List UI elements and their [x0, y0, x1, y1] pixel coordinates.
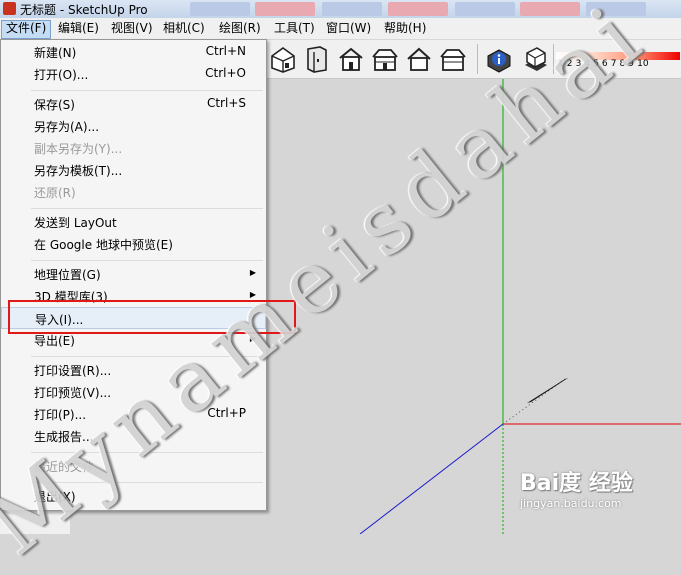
menu-item-label: 保存(S): [34, 98, 75, 112]
blue-axis: [359, 423, 504, 534]
menu-item-label: 另存为模板(T)...: [34, 164, 123, 178]
window-title: 无标题 - SketchUp Pro: [20, 3, 148, 17]
menu-item-label: 地理位置(G): [34, 268, 101, 282]
menu-item-label: 副本另存为(Y)...: [34, 142, 123, 156]
menu-item-save-as[interactable]: 另存为(A)...: [1, 115, 266, 137]
menu-window[interactable]: 窗口(W): [322, 20, 375, 37]
menu-item-save-as-template[interactable]: 另存为模板(T)...: [1, 159, 266, 181]
menu-separator: [31, 208, 263, 209]
menu-item-label: 打印设置(R)...: [34, 364, 112, 378]
sketchup-app-icon: [3, 2, 16, 15]
brand-url: jingyan.baidu.com: [520, 497, 622, 510]
menu-edit[interactable]: 编辑(E): [54, 20, 103, 37]
menu-item-preview-google-earth[interactable]: 在 Google 地球中预览(E): [1, 233, 266, 255]
menu-item-label: 另存为(A)...: [34, 120, 100, 134]
menu-separator: [31, 90, 263, 91]
house-right-icon[interactable]: [371, 45, 399, 73]
brand-main-text: Bai度 经验: [520, 471, 633, 496]
menu-item-label: 还原(R): [34, 186, 76, 200]
menu-item-label: 发送到 LayOut: [34, 216, 117, 230]
menu-tools[interactable]: 工具(T): [270, 20, 319, 37]
menu-item-save[interactable]: 保存(S) Ctrl+S: [1, 93, 266, 115]
menu-item-revert: 还原(R): [1, 181, 266, 203]
menu-item-label: 打开(O)...: [34, 68, 89, 82]
house-front-icon[interactable]: [337, 45, 365, 73]
menu-item-label: 新建(N): [34, 46, 77, 60]
person-figure-silhouette: [527, 378, 568, 403]
house-back-icon[interactable]: [405, 45, 433, 73]
menu-item-send-to-layout[interactable]: 发送到 LayOut: [1, 211, 266, 233]
door-front-icon[interactable]: [303, 45, 331, 73]
menu-help[interactable]: 帮助(H): [380, 20, 430, 37]
menu-item-label: 导出(E): [34, 334, 75, 348]
house-iso-icon[interactable]: [269, 45, 297, 73]
menu-item-open[interactable]: 打开(O)... Ctrl+O: [1, 63, 266, 85]
baidu-jingyan-logo: Bai度 经验 jingyan.baidu.com: [520, 465, 633, 510]
menu-item-label: 在 Google 地球中预览(E): [34, 238, 173, 252]
house-left-icon[interactable]: [439, 45, 467, 73]
background-tab[interactable]: [388, 2, 448, 16]
menu-separator: [31, 260, 263, 261]
menu-item-new[interactable]: 新建(N) Ctrl+N: [1, 41, 266, 63]
menu-view[interactable]: 视图(V): [107, 20, 157, 37]
menu-item-geo-location[interactable]: 地理位置(G) ▶: [1, 263, 266, 285]
menu-camera[interactable]: 相机(C): [159, 20, 209, 37]
menu-item-shortcut: Ctrl+S: [206, 96, 246, 110]
background-tab[interactable]: [455, 2, 515, 16]
toolbar-separator: [477, 44, 478, 74]
background-tab[interactable]: [255, 2, 315, 16]
menu-draw[interactable]: 绘图(R): [215, 20, 265, 37]
menu-item-save-copy-as: 副本另存为(Y)...: [1, 137, 266, 159]
background-tab[interactable]: [322, 2, 382, 16]
menu-item-shortcut: Ctrl+O: [205, 66, 246, 80]
background-tab[interactable]: [190, 2, 250, 16]
menu-file[interactable]: 文件(F): [1, 20, 52, 39]
menu-item-shortcut: Ctrl+N: [205, 44, 246, 58]
